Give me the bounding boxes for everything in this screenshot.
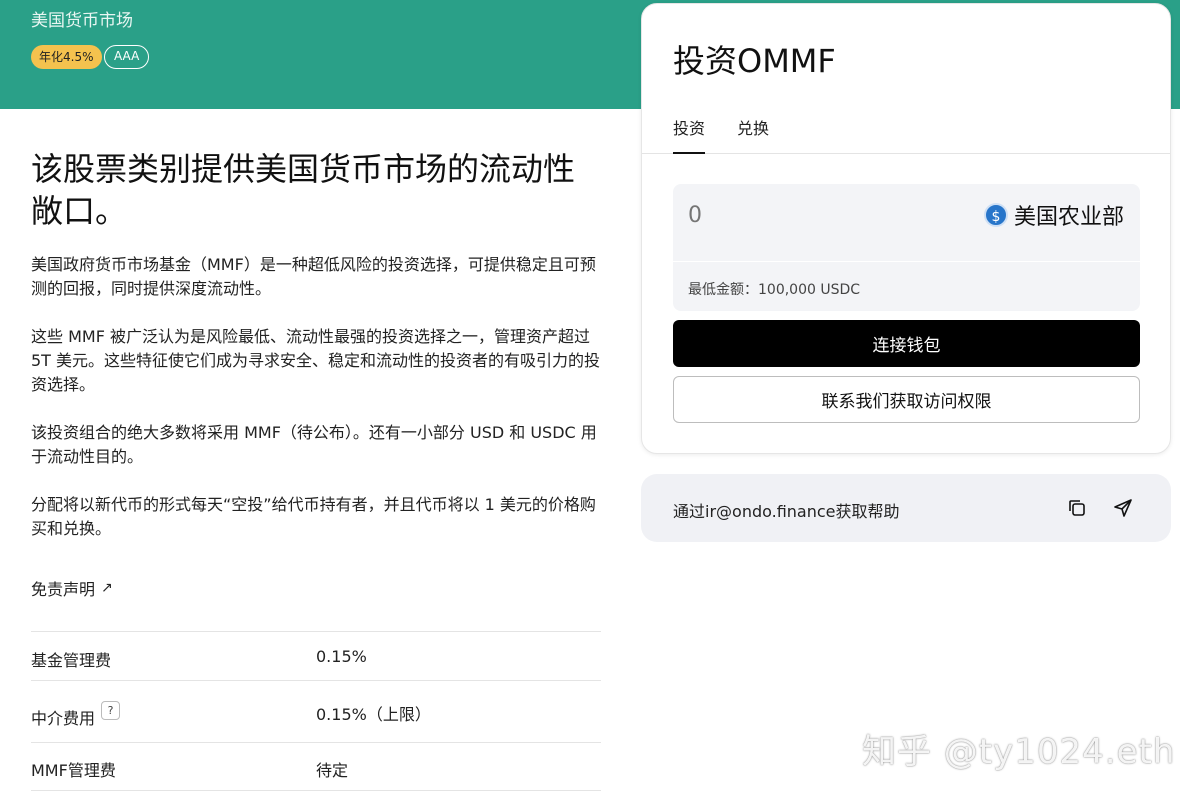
fee-label: MMF管理费 (31, 761, 116, 780)
minimum-amount-text: 最低金额：100,000 USDC (688, 282, 861, 298)
help-text: 通过ir@ondo.finance获取帮助 (673, 502, 900, 521)
contact-access-button[interactable]: 联系我们获取访问权限 (673, 376, 1140, 423)
watermark-text: 知乎 @ty1024.eth (862, 732, 1176, 772)
invest-card-title: 投资OMMF (673, 42, 836, 80)
hero-subtitle: 美国货币市场 (31, 11, 133, 31)
rating-badge: AAA (104, 45, 150, 69)
tab-invest[interactable]: 投资 (673, 119, 706, 154)
amount-input[interactable] (688, 198, 948, 232)
fee-row: MMF管理费 待定 (31, 742, 601, 791)
fee-label: 基金管理费 (31, 651, 112, 670)
send-icon[interactable] (1112, 497, 1134, 519)
description-paragraph-3: 该投资组合的绝大多数将采用 MMF（待公布）。还有一小部分 USD 和 USDC… (31, 423, 597, 466)
description-paragraph-4: 分配将以新代币的形式每天“空投”给代币持有者，并且代币将以 1 美元的价格购买和… (31, 495, 596, 538)
fee-row: 基金管理费 0.15% (31, 631, 601, 680)
connect-wallet-button[interactable]: 连接钱包 (673, 320, 1140, 367)
fee-row: 中介费用? 0.15%（上限） (31, 680, 601, 742)
disclaimer-label: 免责声明 (31, 580, 96, 599)
amount-box: $ 美国农业部 最低金额：100,000 USDC (673, 184, 1140, 311)
invest-card: 投资OMMF 投资 兑换 $ 美国农业部 最低金额：100,000 USDC 连… (641, 3, 1171, 454)
help-tooltip-icon[interactable]: ? (101, 701, 121, 720)
tab-redeem[interactable]: 兑换 (737, 119, 769, 154)
asset-selector[interactable]: $ 美国农业部 (983, 199, 1124, 231)
description-paragraph-1: 美国政府货币市场基金（MMF）是一种超低风险的投资选择，可提供稳定且可预测的回报… (31, 255, 596, 298)
invest-tabs: 投资 兑换 (642, 119, 1170, 154)
fee-table: 基金管理费 0.15% 中介费用? 0.15%（上限） MMF管理费 待定 (31, 631, 601, 791)
usdc-coin-icon: $ (983, 203, 1008, 227)
disclaimer-link[interactable]: 免责声明 ↗ (31, 576, 113, 600)
fee-label: 中介费用 (31, 709, 96, 728)
page-headline: 该股票类别提供美国货币市场的流动性敞口。 (31, 150, 576, 230)
copy-icon[interactable] (1066, 497, 1088, 519)
asset-label: 美国农业部 (1013, 205, 1124, 230)
description-paragraph-2: 这些 MMF 被广泛认为是风险最低、流动性最强的投资选择之一，管理资产超过 5T… (31, 327, 601, 394)
yield-badge: 年化4.5% (31, 45, 102, 69)
help-card: 通过ir@ondo.finance获取帮助 (641, 474, 1171, 542)
fee-value: 0.15%（上限） (316, 705, 431, 724)
fee-value: 待定 (316, 761, 349, 780)
amount-divider (673, 261, 1140, 262)
external-arrow-icon: ↗ (101, 580, 113, 596)
fee-value: 0.15% (316, 647, 367, 666)
